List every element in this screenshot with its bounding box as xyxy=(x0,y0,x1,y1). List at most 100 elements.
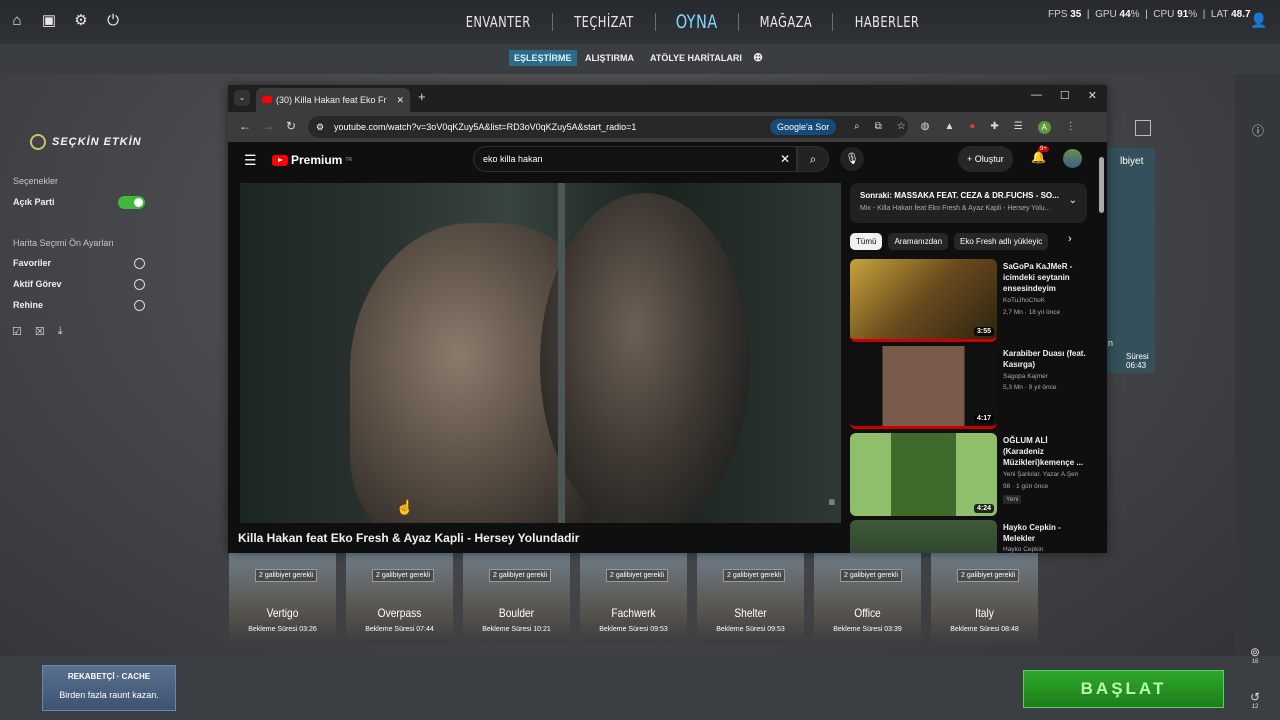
maximize-icon[interactable]: ☐ xyxy=(1060,89,1070,102)
notifications-icon[interactable]: 🔔 xyxy=(1031,150,1046,164)
extension-icon[interactable]: ◍ xyxy=(921,121,930,134)
preset-favorites-radio[interactable] xyxy=(134,258,145,269)
user-icon[interactable]: 👤 xyxy=(1250,12,1267,28)
bookmark-star-icon[interactable]: ☆ xyxy=(897,121,906,134)
map-card-shelter[interactable]: 2 galibiyet gerekli Shelter Bekleme Süre… xyxy=(697,553,804,644)
create-button[interactable]: + Oluştur xyxy=(958,146,1013,172)
nav-play[interactable]: OYNA xyxy=(667,8,726,36)
nav-inventory[interactable]: ENVANTER xyxy=(457,8,539,36)
download-icon[interactable]: ⤓ xyxy=(58,325,63,338)
zoom-icon[interactable]: ⌕ xyxy=(854,121,860,134)
map-card-overpass[interactable]: 2 galibiyet gerekli Overpass Bekleme Sür… xyxy=(346,553,453,644)
gpu-value: 44 xyxy=(1119,9,1131,20)
tv-icon[interactable]: ▣ xyxy=(40,12,58,30)
drive-icon[interactable]: ▲ xyxy=(944,121,954,134)
party-icon[interactable]: ⊚ 16 xyxy=(1250,645,1260,665)
nav-store[interactable]: MAĞAZA xyxy=(751,8,821,36)
chip-uploader[interactable]: Eko Fresh adlı yükleyic xyxy=(954,233,1049,250)
premier-icon xyxy=(30,134,46,150)
preset-active-duty[interactable]: Aktif Görev xyxy=(13,279,62,289)
scrollbar-thumb[interactable] xyxy=(1099,157,1104,213)
forward-icon[interactable]: → xyxy=(262,119,274,133)
mission-promo[interactable]: REKABETÇİ · CACHE Birden fazla raunt kaz… xyxy=(42,665,176,711)
start-button[interactable]: BAŞLAT xyxy=(1023,670,1224,708)
preset-hostage[interactable]: Rehine xyxy=(13,300,43,310)
subnav-matchmaking[interactable]: EŞLEŞTİRME xyxy=(509,50,577,66)
menu-kebab-icon[interactable]: ⋮ xyxy=(1066,121,1076,134)
chevron-right-icon[interactable]: › xyxy=(1068,233,1072,245)
home-icon[interactable]: ⌂ xyxy=(8,12,26,30)
map-card-italy[interactable]: 2 galibiyet gerekli Italy Bekleme Süresi… xyxy=(931,553,1038,644)
right-rail: ⓘ xyxy=(1135,74,1280,720)
account-avatar[interactable] xyxy=(1063,149,1082,168)
nav-news[interactable]: HABERLER xyxy=(847,8,929,36)
youtube-logo[interactable]: Premium TR xyxy=(272,153,352,167)
profile-avatar[interactable]: A xyxy=(1037,121,1051,134)
google-ask-button[interactable]: Google'a Sor xyxy=(770,119,837,135)
promo-title: REKABETÇİ · CACHE xyxy=(67,672,151,681)
video-thumbnail: 4:24 xyxy=(850,433,997,516)
youtube-favicon-icon xyxy=(262,96,272,103)
video-thumbnail: 4:17 xyxy=(850,346,997,429)
preset-favorites[interactable]: Favoriler xyxy=(13,258,51,268)
search-input[interactable]: eko killa hakan ✕ xyxy=(473,146,797,172)
broadcast-icon: ⊚ xyxy=(1250,645,1261,659)
select-all-icon[interactable]: ☑ xyxy=(12,325,22,338)
page-scrollbar[interactable] xyxy=(1097,145,1105,553)
recommendation-item[interactable]: 3:55 SaGoPa KaJMeR - icimdeki seytanin e… xyxy=(850,259,1090,342)
playlist-icon[interactable]: ☰ xyxy=(1014,121,1023,134)
back-icon[interactable]: ← xyxy=(239,119,251,133)
gear-icon[interactable]: ⚙ xyxy=(72,12,90,30)
puzzle-icon[interactable]: ✚ xyxy=(990,121,998,134)
map-wait-time: Bekleme Süresi 09:53 xyxy=(599,626,668,633)
globe-icon[interactable]: ⊕ xyxy=(748,47,768,67)
recommendation-item[interactable]: 4:24 OĞLUM ALİ (Karadeniz Müzikleri)keme… xyxy=(850,433,1090,516)
nav-divider xyxy=(832,13,834,31)
preset-active-duty-radio[interactable] xyxy=(134,279,145,290)
minimize-icon[interactable]: — xyxy=(1031,89,1042,102)
map-card-office[interactable]: 2 galibiyet gerekli Office Bekleme Süres… xyxy=(814,553,921,644)
subnav-workshop-maps[interactable]: ATÖLYE HARİTALARI xyxy=(645,50,747,66)
video-player[interactable]: ▦ xyxy=(240,183,841,523)
recommendation-meta: 2,7 Mn · 18 yıl önce xyxy=(1003,309,1061,316)
map-card-wait: Süresi 06:43 xyxy=(1126,352,1149,370)
tab-close-icon[interactable]: ✕ xyxy=(396,88,404,112)
premier-brand: SEÇKİN ETKİN xyxy=(30,134,142,150)
preset-hostage-radio[interactable] xyxy=(134,300,145,311)
recommendation-channel: Yeni Şarkılar. Yazar A.Şen xyxy=(1003,471,1079,478)
chip-all[interactable]: Tümü xyxy=(850,233,883,250)
subnav-practice[interactable]: ALIŞTIRMA xyxy=(580,50,639,66)
cast-icon[interactable]: ⧉ xyxy=(875,121,882,134)
map-card-fachwerk[interactable]: 2 galibiyet gerekli Fachwerk Bekleme Sür… xyxy=(580,553,687,644)
clear-search-icon[interactable]: ✕ xyxy=(780,147,790,171)
site-info-icon[interactable]: ⚙ xyxy=(316,116,324,138)
clear-selection-icon[interactable]: ☒ xyxy=(35,325,45,338)
map-card-boulder[interactable]: 2 galibiyet gerekli Boulder Bekleme Süre… xyxy=(463,553,570,644)
chip-from-search[interactable]: Aramanızdan xyxy=(888,233,949,250)
search-button[interactable]: ⌕ xyxy=(797,146,829,172)
party-count: 16 xyxy=(1251,659,1259,665)
brand-label: SEÇKİN ETKİN xyxy=(52,136,142,148)
adblock-icon[interactable]: ● xyxy=(969,121,975,134)
playlist-next-box[interactable]: Sonraki: MASSAKA FEAT. CEZA & DR.FUCHS -… xyxy=(850,183,1087,223)
power-icon[interactable]: ⏻ xyxy=(104,12,122,30)
close-window-icon[interactable]: ✕ xyxy=(1088,89,1097,102)
recommendation-item[interactable]: 4:17 Karabiber Duası (feat. Kasırga) Sag… xyxy=(850,346,1090,429)
reload-icon[interactable]: ↻ xyxy=(286,119,296,133)
open-party-toggle[interactable] xyxy=(118,196,145,209)
chevron-down-icon[interactable]: ⌄ xyxy=(1069,195,1077,206)
info-icon[interactable]: ⓘ xyxy=(1252,122,1264,139)
new-tab-icon[interactable]: + xyxy=(418,89,426,104)
map-card-vertigo[interactable]: 2 galibiyet gerekli Vertigo Bekleme Süre… xyxy=(229,553,336,644)
history-button[interactable]: ↺ 12 xyxy=(1250,690,1260,710)
browser-tab[interactable]: (30) Killa Hakan feat Eko Fr ✕ xyxy=(256,88,410,112)
recommendation-item[interactable]: Hayko Cepkin - Melekler Hayko Cepkin xyxy=(850,520,1090,553)
recommendation-title: OĞLUM ALİ (Karadeniz Müzikleri)kemençe .… xyxy=(1003,436,1084,467)
hamburger-menu-icon[interactable]: ☰ xyxy=(244,152,257,169)
map-card-partial[interactable]: lbiyet n Süresi 06:43 xyxy=(1104,148,1155,373)
checkbox-icon[interactable] xyxy=(1135,120,1151,136)
microphone-icon[interactable]: 🎙 xyxy=(840,147,864,171)
nav-loadout[interactable]: TEÇHİZAT xyxy=(566,8,642,36)
channel-watermark: ▦ xyxy=(828,499,835,506)
tab-search-button[interactable]: ⌄ xyxy=(234,90,250,106)
